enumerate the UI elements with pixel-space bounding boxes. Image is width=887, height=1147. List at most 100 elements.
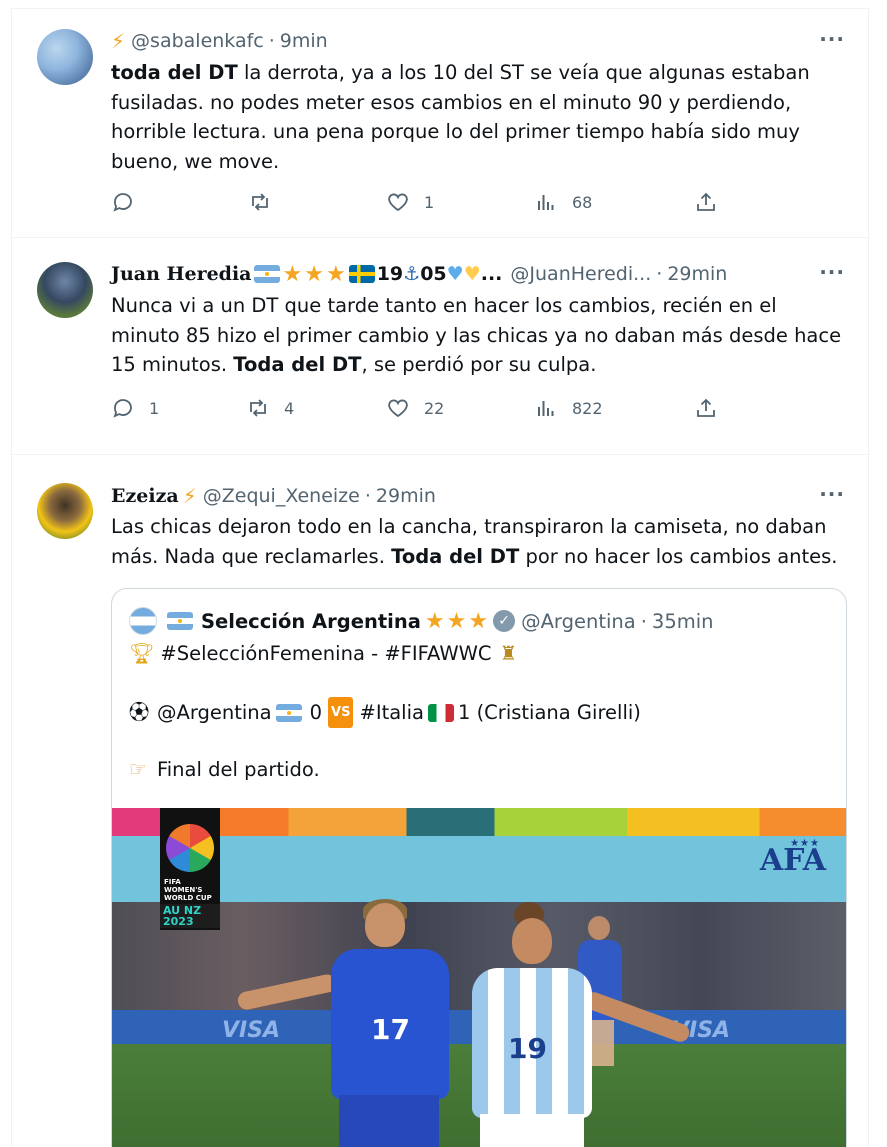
quoted-text-line: 🏆︎ #SelecciónFemenina - #FIFAWWC ♜: [129, 639, 517, 668]
decorative-banner: [112, 808, 846, 836]
status-text: Final del partido.: [156, 758, 320, 781]
quoted-text-line: ☞ Final del partido.: [129, 755, 320, 784]
like-button[interactable]: 22: [386, 396, 444, 420]
tweet[interactable]: Juan Heredia ★ ★ ★ 19 ⚓ 05 ♥ ♥ ... @Juan…: [12, 238, 868, 455]
match-photo[interactable]: ★★★ AFA VISA VISA 17 19 FIFA WOMEN'S WOR…: [112, 808, 846, 1147]
tweet-text-part: , se perdió por su culpa.: [361, 353, 597, 376]
tweet-header: ⚡ @sabalenkafc · 9min: [111, 29, 328, 53]
jersey-number: 17: [371, 1013, 410, 1046]
argentina-flag-icon: [253, 265, 280, 283]
jersey-number: 19: [508, 1032, 547, 1065]
star-icon: ★: [325, 261, 346, 287]
argentina-player: 19: [462, 902, 692, 1147]
hashtag-line[interactable]: #SelecciónFemenina - #FIFAWWC: [160, 639, 491, 668]
reply-button[interactable]: [111, 190, 149, 214]
tweet-text: Nunca vi a un DT que tarde tanto en hace…: [111, 291, 851, 380]
share-button[interactable]: [694, 396, 718, 420]
score-detail: 1 (Cristiana Girelli): [457, 701, 641, 724]
reply-count: 1: [149, 398, 160, 418]
action-bar: 1 68: [111, 190, 731, 220]
anchor-icon: ⚓: [403, 263, 421, 285]
star-icon: ★: [282, 261, 303, 287]
trophy-icon: 🏆︎: [129, 641, 155, 665]
retweet-button[interactable]: [248, 190, 286, 214]
avatar[interactable]: [37, 262, 93, 318]
yellow-heart-icon: ♥: [463, 263, 481, 285]
share-icon: [697, 398, 715, 417]
display-name-suffix: 19: [376, 263, 404, 285]
handle[interactable]: @Zequi_Xeneize: [203, 485, 360, 507]
views-count: 822: [572, 398, 603, 418]
display-name[interactable]: Ezeiza: [111, 485, 179, 507]
sweden-flag-icon: [348, 265, 375, 283]
header-band: [112, 836, 846, 902]
tweet-header: Juan Heredia ★ ★ ★ 19 ⚓ 05 ♥ ♥ ... @Juan…: [111, 261, 727, 287]
lightning-icon: ⚡: [182, 484, 197, 508]
tweet-header: Ezeiza ⚡ @Zequi_Xeneize · 29min: [111, 484, 436, 508]
action-bar: 1 4 22 822: [111, 396, 731, 426]
like-button[interactable]: 1: [386, 190, 434, 214]
italy-player: 17: [236, 899, 457, 1147]
star-icon: ★: [446, 608, 467, 634]
like-count: 1: [424, 192, 435, 212]
vs-badge: VS: [328, 697, 354, 728]
wwc-logo-text: FIFA WOMEN'S WORLD CUP: [164, 878, 212, 902]
avatar[interactable]: [129, 607, 157, 635]
verified-badge-icon: ✓: [493, 610, 516, 632]
retweet-icon: [250, 399, 266, 417]
tweet[interactable]: Ezeiza ⚡ @Zequi_Xeneize · 29min ··· Las …: [12, 455, 868, 1147]
views-button[interactable]: 822: [534, 396, 603, 420]
dot-separator: ·: [656, 263, 663, 285]
timestamp[interactable]: 29min: [667, 263, 727, 285]
tweet-text-bold: Toda del DT: [391, 544, 520, 568]
reply-icon: [113, 193, 132, 212]
views-icon: [538, 195, 554, 210]
tweet-text: toda del DT la derrota, ya a los 10 del …: [111, 58, 851, 176]
display-name[interactable]: Selección Argentina: [201, 610, 421, 633]
views-icon: [538, 401, 554, 416]
retweet-icon: [252, 193, 268, 211]
tweet[interactable]: ⚡ @sabalenkafc · 9min ··· toda del DT la…: [12, 9, 868, 238]
ad-board-text: VISA: [222, 1018, 281, 1043]
timestamp[interactable]: 9min: [280, 30, 328, 52]
tweet-text-bold: toda del DT: [111, 61, 238, 84]
star-icon: ★: [424, 608, 445, 634]
argentina-flag-icon: [275, 703, 302, 722]
handle[interactable]: @JuanHeredi...: [510, 263, 651, 285]
share-icon: [697, 192, 715, 211]
tweet-text-bold: Toda del DT: [233, 353, 362, 376]
star-icon: ★: [468, 608, 489, 634]
display-name-ellipsis: ...: [480, 263, 503, 285]
reply-button[interactable]: 1: [111, 396, 159, 420]
score: 0: [309, 701, 323, 724]
display-name[interactable]: Juan Heredia: [111, 263, 252, 285]
heart-icon: [388, 193, 408, 212]
share-button[interactable]: [694, 190, 718, 214]
star-icon: ★: [304, 261, 324, 287]
retweet-count: 4: [284, 398, 295, 418]
reply-icon: [113, 399, 132, 418]
timeline: ⚡ @sabalenkafc · 9min ··· toda del DT la…: [11, 8, 869, 1147]
handle[interactable]: @Argentina: [521, 610, 636, 633]
heart-icon: [388, 399, 408, 418]
retweet-button[interactable]: 4: [246, 396, 294, 420]
views-button[interactable]: 68: [534, 190, 592, 214]
trophy-small-icon: ♜: [499, 642, 517, 665]
handle[interactable]: @sabalenkafc: [131, 30, 264, 52]
more-icon[interactable]: ···: [819, 482, 845, 506]
timestamp[interactable]: 35min: [652, 610, 714, 633]
hashtag[interactable]: #Italia: [359, 698, 423, 727]
afa-logo: AFA: [759, 843, 826, 878]
timestamp[interactable]: 29min: [376, 485, 436, 507]
avatar[interactable]: [37, 29, 93, 85]
quoted-tweet[interactable]: Selección Argentina ★ ★ ★ ✓ @Argentina ·…: [111, 588, 847, 1147]
display-name-suffix: 05: [420, 263, 447, 285]
avatar[interactable]: [37, 483, 93, 539]
aunz-2023-logo: AU NZ 2023: [160, 904, 220, 928]
tweet-text-part: por no hacer los cambios antes.: [519, 544, 838, 568]
dot-separator: ·: [640, 609, 647, 633]
mention[interactable]: @Argentina: [157, 698, 272, 727]
pointing-hand-icon: ☞: [129, 757, 147, 781]
more-icon[interactable]: ···: [819, 27, 845, 51]
more-icon[interactable]: ···: [819, 260, 845, 284]
